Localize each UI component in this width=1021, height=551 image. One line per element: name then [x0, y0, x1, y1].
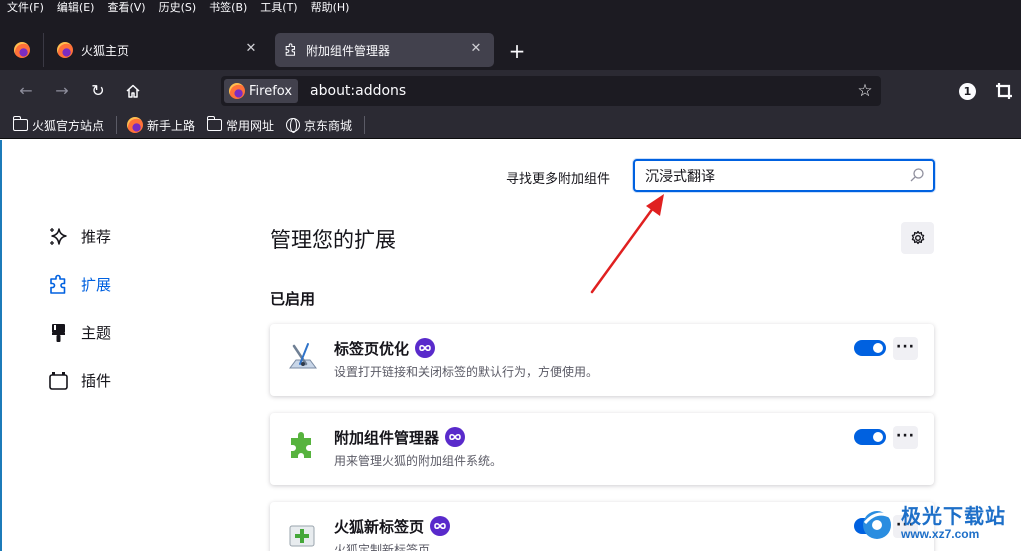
nav-toolbar: ← → ↻ Firefox about:addons ☆ 1 — [0, 70, 1021, 112]
gear-icon — [911, 230, 924, 245]
folder-icon — [12, 116, 28, 131]
watermark-title: 极光下载站 — [901, 503, 1006, 528]
close-icon[interactable]: ✕ — [243, 41, 259, 57]
firefox-icon — [229, 83, 245, 99]
close-icon[interactable]: ✕ — [468, 41, 484, 57]
tab-strip: 火狐主页 ✕ 附加组件管理器 ✕ + — [0, 16, 1021, 70]
identity-label: Firefox — [249, 83, 293, 99]
new-tab-icon — [289, 525, 315, 547]
sidebar-item-themes[interactable]: 主题 — [48, 318, 111, 346]
reload-button[interactable]: ↻ — [86, 79, 110, 103]
url-text[interactable]: about:addons — [310, 83, 406, 99]
aurora-logo-icon — [863, 510, 892, 539]
addon-name[interactable]: 标签页优化 — [334, 340, 409, 358]
puzzle-icon — [285, 43, 296, 56]
plugin-icon — [49, 371, 68, 390]
recommended-badge-icon — [445, 426, 466, 447]
search-label: 寻找更多附加组件 — [506, 172, 611, 187]
addon-enable-toggle[interactable] — [854, 340, 886, 356]
identity-box[interactable]: Firefox — [224, 79, 299, 103]
menu-bookmarks[interactable]: 书签(B) — [209, 0, 247, 16]
addon-enable-toggle[interactable] — [854, 429, 886, 445]
tab-firefox-home[interactable]: 火狐主页 ✕ — [45, 33, 269, 67]
settings-button[interactable] — [901, 222, 934, 254]
menu-file[interactable]: 文件(F) — [7, 0, 44, 16]
home-button[interactable] — [121, 79, 145, 103]
sidebar-item-label: 扩展 — [81, 275, 112, 294]
url-bar[interactable]: Firefox about:addons ☆ — [221, 76, 881, 106]
notification-badge[interactable]: 1 — [959, 83, 976, 100]
back-button[interactable]: ← — [14, 79, 38, 103]
tab-pinned-firefox[interactable] — [0, 33, 44, 67]
screenshot-crop-icon[interactable] — [994, 81, 1014, 101]
addon-description: 用来管理火狐的附加组件系统。 — [334, 454, 503, 468]
sidebar-item-label: 插件 — [81, 371, 112, 390]
sidebar-item-extensions[interactable]: 扩展 — [48, 270, 111, 298]
bookmark-jd[interactable]: 京东商城 — [286, 117, 352, 134]
bookmark-label: 新手上路 — [147, 118, 196, 133]
recommended-badge-icon — [415, 337, 436, 358]
addon-description: 设置打开链接和关闭标签的默认行为，方便使用。 — [334, 365, 599, 379]
menu-view[interactable]: 查看(V) — [107, 0, 145, 16]
watermark-logo: 极光下载站 www.xz7.com — [857, 494, 1021, 551]
tab-tweak-icon — [289, 343, 317, 369]
bookmark-separator — [116, 116, 118, 134]
bookmark-label: 常用网址 — [226, 118, 275, 133]
addon-description: 火狐定制新标签页 — [334, 543, 431, 551]
bookmark-separator — [364, 116, 366, 134]
addon-card[interactable]: 火狐新标签页 火狐定制新标签页 ··· — [270, 502, 934, 551]
addon-search-input[interactable]: 沉浸式翻译 — [633, 159, 935, 192]
bookmark-label: 京东商城 — [304, 118, 353, 133]
folder-icon — [206, 116, 223, 131]
page-title: 管理您的扩展 — [270, 228, 396, 252]
new-tab-button[interactable]: + — [505, 40, 529, 64]
menu-bar: 文件(F) 编辑(E) 查看(V) 历史(S) 书签(B) 工具(T) 帮助(H… — [0, 0, 1021, 16]
search-icon[interactable] — [909, 167, 925, 183]
globe-icon — [286, 118, 301, 133]
forward-button[interactable]: → — [50, 79, 74, 103]
addon-name[interactable]: 火狐新标签页 — [334, 518, 424, 536]
sidebar-item-recommended[interactable]: 推荐 — [48, 222, 111, 250]
bookmarks-bar: 火狐官方站点 新手上路 常用网址 京东商城 — [0, 112, 1021, 139]
bookmark-getting-started[interactable]: 新手上路 — [127, 117, 195, 134]
watermark-text: 极光下载站 www.xz7.com — [901, 505, 1006, 541]
brush-icon — [52, 323, 65, 342]
sidebar-item-plugins[interactable]: 插件 — [48, 366, 111, 394]
firefox-icon — [57, 42, 73, 58]
menu-edit[interactable]: 编辑(E) — [57, 0, 95, 16]
bookmark-star-icon[interactable]: ☆ — [855, 81, 875, 101]
addon-name-container: 标签页优化 — [334, 337, 436, 360]
green-puzzle-icon — [291, 432, 311, 458]
addon-name-container: 火狐新标签页 — [334, 515, 451, 538]
bookmark-label: 火狐官方站点 — [32, 118, 105, 133]
more-options-button[interactable]: ··· — [893, 337, 918, 360]
bookmark-common-sites[interactable]: 常用网址 — [206, 116, 275, 134]
puzzle-icon — [50, 274, 66, 294]
tab-title: 火狐主页 — [81, 43, 130, 58]
more-options-button[interactable]: ··· — [893, 426, 918, 449]
sparkle-icon — [50, 227, 67, 245]
menu-help[interactable]: 帮助(H) — [311, 0, 350, 16]
addon-card[interactable]: 附加组件管理器 用来管理火狐的附加组件系统。 ··· — [270, 413, 934, 485]
section-title-enabled: 已启用 — [270, 290, 316, 308]
search-value: 沉浸式翻译 — [645, 168, 715, 185]
menu-tools[interactable]: 工具(T) — [260, 0, 297, 16]
home-icon — [126, 84, 140, 98]
window-edge — [0, 140, 2, 551]
tab-title: 附加组件管理器 — [306, 43, 391, 58]
firefox-icon — [127, 117, 144, 133]
recommended-badge-icon — [430, 515, 451, 536]
menu-history[interactable]: 历史(S) — [159, 0, 197, 16]
addons-page: 寻找更多附加组件 沉浸式翻译 推荐 扩展 主题 插件 管理您的扩展 已启用 标签… — [0, 140, 1021, 551]
bookmark-firefox-site[interactable]: 火狐官方站点 — [12, 116, 105, 134]
addon-name-container: 附加组件管理器 — [334, 426, 466, 449]
addon-card[interactable]: 标签页优化 设置打开链接和关闭标签的默认行为，方便使用。 ··· — [270, 324, 934, 396]
watermark-url: www.xz7.com — [901, 526, 980, 541]
sidebar-item-label: 推荐 — [81, 227, 112, 246]
sidebar-item-label: 主题 — [81, 323, 112, 342]
addon-name[interactable]: 附加组件管理器 — [334, 429, 439, 447]
annotation-arrow — [590, 194, 664, 294]
tab-addons-manager[interactable]: 附加组件管理器 ✕ — [275, 33, 494, 67]
firefox-icon — [13, 42, 30, 58]
